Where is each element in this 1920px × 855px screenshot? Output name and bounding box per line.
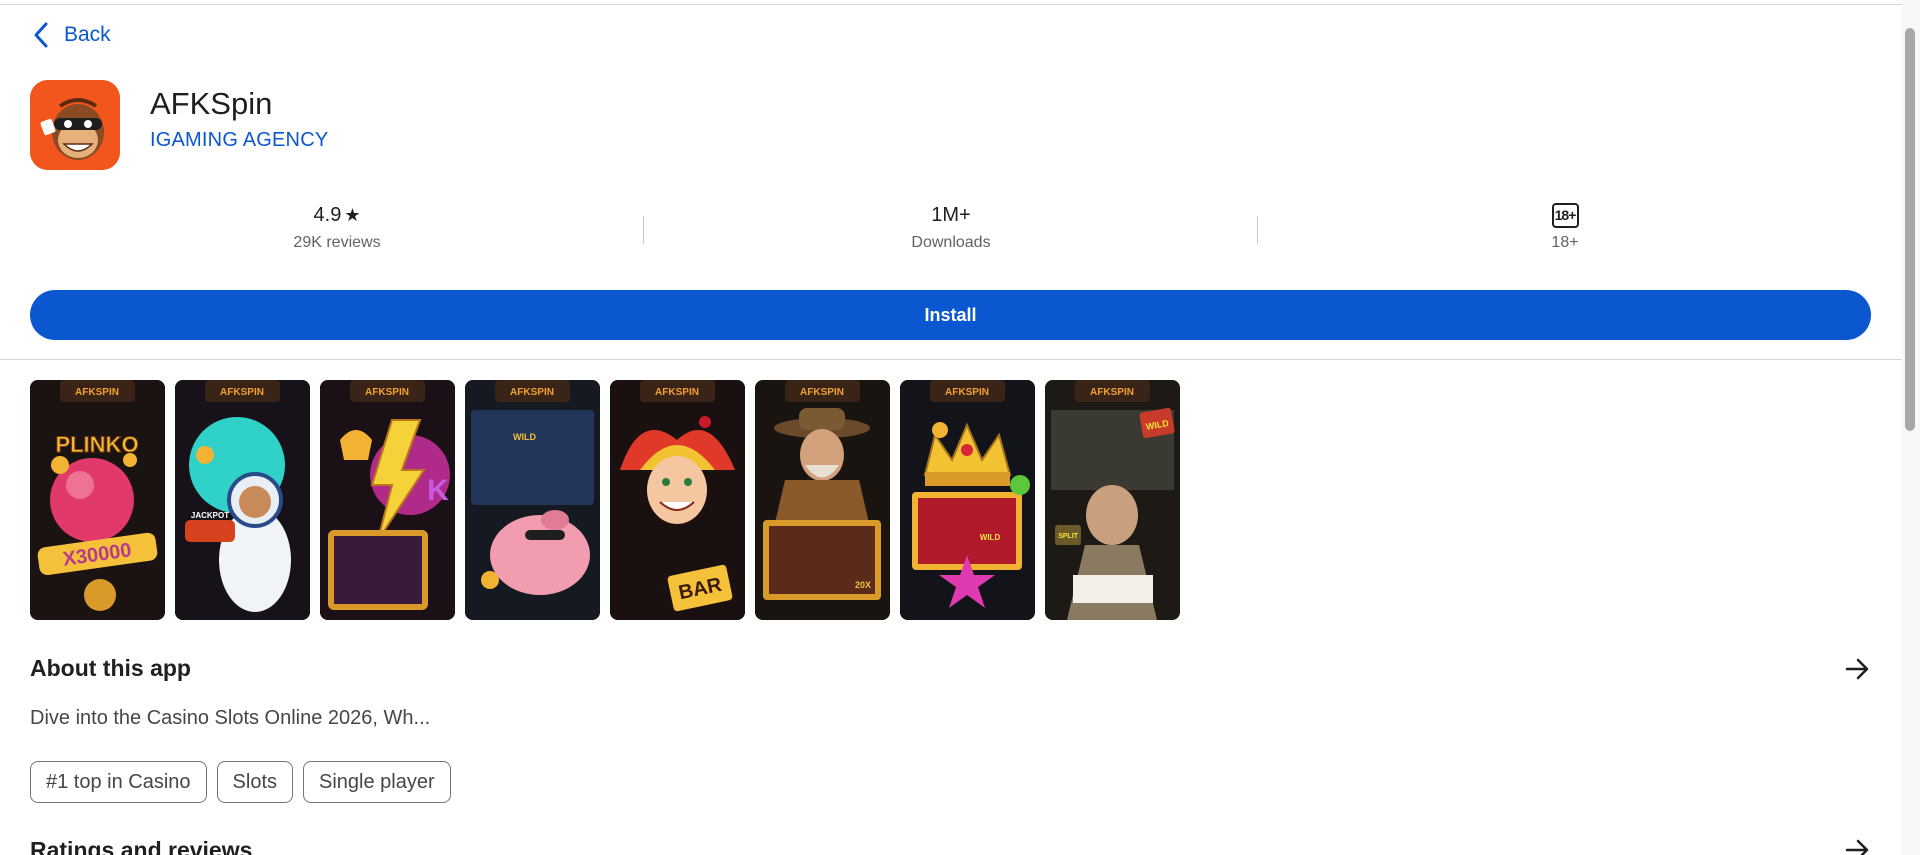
screenshot-caption: WILD — [980, 533, 1001, 542]
screenshot-image: AFKSPIN PLINKO X30000 — [30, 380, 165, 620]
screenshot-image: AFKSPIN WILD — [900, 380, 1035, 620]
screenshot-brand: AFKSPIN — [1090, 387, 1134, 398]
back-label: Back — [64, 23, 111, 46]
screenshot-brand: AFKSPIN — [75, 387, 119, 398]
screenshot-carousel: AFKSPIN PLINKO X30000 AFKSPIN JACKPOT AF… — [30, 380, 1180, 620]
bandit-mascot-icon — [30, 80, 120, 170]
content-rating-stat: 18+ 18+ — [1258, 200, 1872, 260]
star-icon: ★ — [344, 204, 361, 225]
screenshot-1[interactable]: AFKSPIN PLINKO X30000 — [30, 380, 165, 620]
app-stats: 4.9 ★ 29K reviews 1M+ Downloads 18+ 18+ — [30, 200, 1871, 260]
content-rating-label: 18+ — [1551, 234, 1579, 251]
developer-link[interactable]: IGAMING AGENCY — [150, 129, 328, 152]
screenshot-image: AFKSPIN JACKPOT — [175, 380, 310, 620]
scrollbar-thumb[interactable] — [1905, 28, 1915, 431]
about-section-title: About this app — [30, 655, 191, 681]
app-title: AFKSpin — [150, 86, 273, 121]
age-rating-icon: 18+ — [1551, 202, 1579, 228]
screenshot-caption: SPLIT — [1058, 533, 1079, 540]
downloads-label: Downloads — [911, 234, 991, 251]
reviews-count: 29K reviews — [293, 234, 381, 251]
screenshot-image: AFKSPIN 20X — [755, 380, 890, 620]
tag-chip[interactable]: #1 top in Casino — [30, 761, 207, 803]
screenshot-image: AFKSPIN WILD SPLIT — [1045, 380, 1180, 620]
screenshot-caption: JACKPOT — [191, 511, 229, 520]
screenshot-7[interactable]: AFKSPIN WILD — [900, 380, 1035, 620]
arrow-right-icon[interactable] — [1842, 654, 1872, 684]
screenshot-image: AFKSPIN WILD — [465, 380, 600, 620]
screenshot-brand: AFKSPIN — [655, 387, 699, 398]
back-button[interactable]: Back — [30, 18, 111, 52]
downloads-stat: 1M+ Downloads — [644, 200, 1258, 260]
rating-stat: 4.9 ★ 29K reviews — [30, 200, 644, 260]
downloads-value: 1M+ — [931, 203, 971, 226]
tag-list: #1 top in Casino Slots Single player — [30, 761, 451, 803]
install-button[interactable]: Install — [30, 290, 1871, 340]
arrow-right-icon[interactable] — [1842, 835, 1872, 855]
screenshot-brand: AFKSPIN — [945, 387, 989, 398]
screenshot-3[interactable]: AFKSPIN K — [320, 380, 455, 620]
screenshot-8[interactable]: AFKSPIN WILD SPLIT — [1045, 380, 1180, 620]
screenshot-brand: AFKSPIN — [510, 387, 554, 398]
screenshot-brand: AFKSPIN — [800, 387, 844, 398]
screenshot-caption: 20X — [855, 580, 871, 590]
screenshot-brand: AFKSPIN — [365, 387, 409, 398]
screenshot-caption: WILD — [513, 432, 536, 442]
tag-chip[interactable]: Single player — [303, 761, 451, 803]
screenshot-4[interactable]: AFKSPIN WILD — [465, 380, 600, 620]
screenshot-caption: PLINKO — [55, 432, 138, 457]
screenshot-6[interactable]: AFKSPIN 20X — [755, 380, 890, 620]
chevron-left-icon — [34, 22, 48, 48]
screenshot-5[interactable]: AFKSPIN BAR — [610, 380, 745, 620]
screenshot-caption: K — [427, 474, 449, 507]
screenshot-image: AFKSPIN BAR — [610, 380, 745, 620]
section-divider — [0, 359, 1902, 360]
tag-chip[interactable]: Slots — [216, 761, 294, 803]
screenshot-image: AFKSPIN K — [320, 380, 455, 620]
app-icon — [30, 80, 120, 170]
ratings-section-title: Ratings and reviews — [30, 837, 253, 855]
screenshot-2[interactable]: AFKSPIN JACKPOT — [175, 380, 310, 620]
rating-value: 4.9 — [313, 203, 342, 226]
app-description: Dive into the Casino Slots Online 2026, … — [30, 707, 431, 729]
screenshot-brand: AFKSPIN — [220, 387, 264, 398]
top-divider — [0, 4, 1920, 5]
